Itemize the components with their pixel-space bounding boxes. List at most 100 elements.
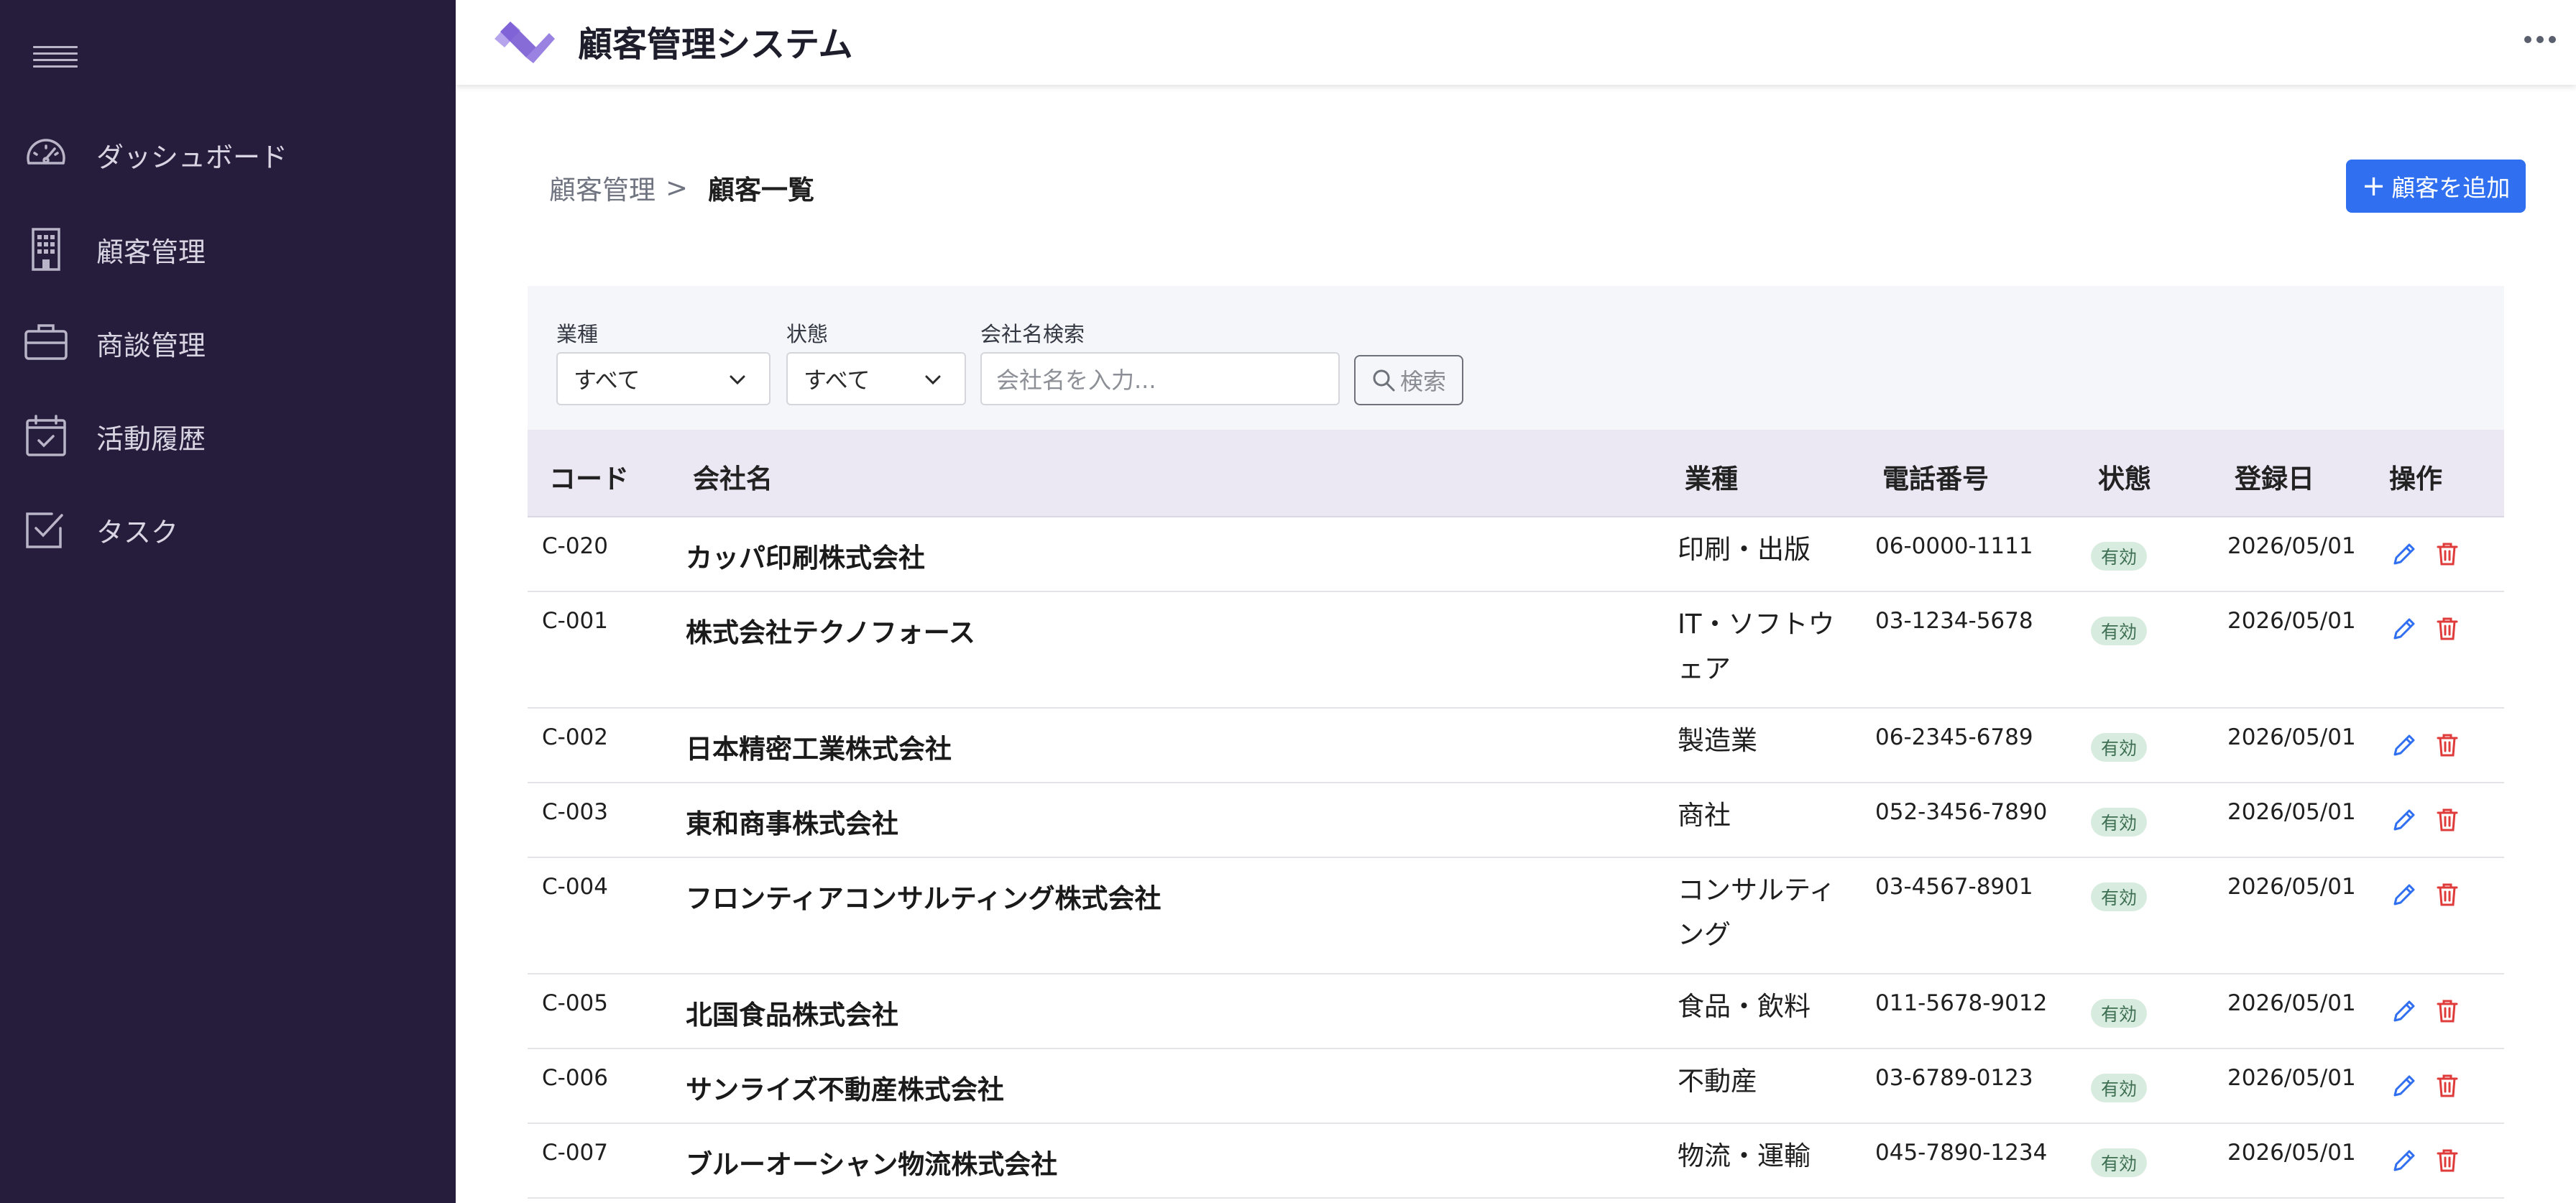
- delete-icon[interactable]: [2432, 996, 2462, 1026]
- cell-registered-date: 2026/05/01: [2227, 724, 2356, 750]
- sidebar-item-tasks[interactable]: タスク: [0, 490, 456, 569]
- cell-company-name: サンライズ不動産株式会社: [686, 1074, 1004, 1105]
- status-filter-label: 状態: [786, 322, 829, 346]
- edit-icon[interactable]: [2389, 1071, 2419, 1101]
- cell-code: C-002: [542, 724, 609, 750]
- sidebar-item-label: 顧客管理: [96, 236, 206, 268]
- cell-company-name: 東和商事株式会社: [686, 808, 898, 839]
- search-icon: [1373, 369, 1395, 392]
- plus-icon: +: [2361, 170, 2386, 203]
- search-button[interactable]: 検索: [1354, 355, 1463, 405]
- table-row[interactable]: C-001 株式会社テクノフォース IT・ソフトウェア 03-1234-5678…: [528, 592, 2504, 709]
- chevron-down-icon: [730, 375, 745, 385]
- app-header: 顧客管理システム: [456, 0, 2576, 85]
- industry-filter-label: 業種: [556, 322, 599, 346]
- industry-select[interactable]: すべて: [556, 352, 770, 405]
- cell-company-name: ブルーオーシャン物流株式会社: [686, 1149, 1058, 1180]
- sidebar-item-label: ダッシュボード: [96, 141, 288, 173]
- cell-code: C-006: [542, 1065, 609, 1091]
- delete-icon[interactable]: [2432, 1146, 2462, 1176]
- status-badge: 有効: [2091, 1148, 2148, 1177]
- cell-phone: 011-5678-9012: [1875, 990, 2048, 1016]
- edit-icon[interactable]: [2389, 996, 2419, 1026]
- filter-panel: 業種 すべて 状態 すべて 会社名検索 会社名を入力... 検索: [528, 286, 2504, 430]
- cell-phone: 03-1234-5678: [1875, 608, 2033, 634]
- delete-icon[interactable]: [2432, 880, 2462, 910]
- sidebar-item-activity-history[interactable]: 活動履歴: [0, 397, 456, 476]
- table-row[interactable]: C-004 フロンティアコンサルティング株式会社 コンサルティング 03-456…: [528, 858, 2504, 974]
- cell-code: C-001: [542, 608, 609, 634]
- status-badge: 有効: [2091, 808, 2148, 836]
- cell-phone: 045-7890-1234: [1875, 1140, 2048, 1166]
- table-row[interactable]: C-006 サンライズ不動産株式会社 不動産 03-6789-0123 有効 2…: [528, 1049, 2504, 1124]
- edit-icon[interactable]: [2389, 539, 2419, 569]
- customer-table: コード 会社名 業種 電話番号 状態 登録日 操作 C-020 カッパ印刷株式会…: [528, 430, 2504, 1199]
- cell-registered-date: 2026/05/01: [2227, 1065, 2356, 1091]
- table-row[interactable]: C-020 カッパ印刷株式会社 印刷・出版 06-0000-1111 有効 20…: [528, 517, 2504, 592]
- breadcrumb: 顧客管理 > 顧客一覧: [549, 168, 814, 207]
- menu-toggle-icon[interactable]: [33, 46, 78, 75]
- delete-icon[interactable]: [2432, 730, 2462, 760]
- app-title: 顧客管理システム: [578, 24, 853, 65]
- add-customer-button[interactable]: + 顧客を追加: [2346, 160, 2526, 213]
- sidebar-item-dashboard[interactable]: ダッシュボード: [0, 115, 456, 194]
- table-row[interactable]: C-005 北国食品株式会社 食品・飲料 011-5678-9012 有効 20…: [528, 974, 2504, 1049]
- column-header-actions: 操作: [2389, 464, 2442, 494]
- calendar-check-icon: [23, 413, 69, 459]
- status-select[interactable]: すべて: [786, 352, 966, 405]
- edit-icon[interactable]: [2389, 614, 2419, 644]
- status-select-value: すべて: [804, 367, 870, 394]
- cell-code: C-005: [542, 990, 609, 1016]
- column-header-phone: 電話番号: [1882, 464, 1989, 494]
- delete-icon[interactable]: [2432, 614, 2462, 644]
- table-row[interactable]: C-007 ブルーオーシャン物流株式会社 物流・運輸 045-7890-1234…: [528, 1124, 2504, 1199]
- company-search-placeholder: 会社名を入力...: [996, 367, 1156, 394]
- cell-registered-date: 2026/05/01: [2227, 874, 2356, 900]
- cell-industry: 物流・運輸: [1678, 1140, 1811, 1171]
- table-row[interactable]: C-002 日本精密工業株式会社 製造業 06-2345-6789 有効 202…: [528, 709, 2504, 783]
- chevron-down-icon: [925, 375, 941, 385]
- status-badge: 有効: [2091, 1074, 2148, 1102]
- sidebar: ダッシュボード 顧客管理 商談管理 活動履歴 タスク: [0, 0, 456, 1203]
- column-header-industry: 業種: [1685, 464, 1738, 494]
- cell-phone: 052-3456-7890: [1875, 799, 2048, 825]
- cell-registered-date: 2026/05/01: [2227, 799, 2356, 825]
- cell-code: C-007: [542, 1140, 609, 1166]
- sidebar-item-customers[interactable]: 顧客管理: [0, 210, 456, 289]
- status-badge: 有効: [2091, 733, 2148, 762]
- edit-icon[interactable]: [2389, 805, 2419, 835]
- add-customer-label: 顧客を追加: [2391, 174, 2511, 202]
- search-button-label: 検索: [1399, 368, 1446, 395]
- more-options-icon[interactable]: [2524, 36, 2556, 43]
- cell-phone: 06-0000-1111: [1875, 533, 2033, 559]
- cell-company-name: 株式会社テクノフォース: [686, 617, 975, 648]
- delete-icon[interactable]: [2432, 805, 2462, 835]
- column-header-code: コード: [549, 464, 629, 494]
- cell-phone: 03-4567-8901: [1875, 874, 2033, 900]
- checkbox-icon: [23, 507, 69, 553]
- delete-icon[interactable]: [2432, 539, 2462, 569]
- edit-icon[interactable]: [2389, 730, 2419, 760]
- sidebar-item-label: 活動履歴: [96, 423, 206, 455]
- cell-industry: コンサルティング: [1678, 875, 1836, 950]
- edit-icon[interactable]: [2389, 880, 2419, 910]
- company-search-input[interactable]: 会社名を入力...: [980, 352, 1340, 405]
- cell-company-name: 日本精密工業株式会社: [686, 734, 952, 765]
- cell-phone: 03-6789-0123: [1875, 1065, 2033, 1091]
- sidebar-item-deals[interactable]: 商談管理: [0, 303, 456, 382]
- edit-icon[interactable]: [2389, 1146, 2419, 1176]
- breadcrumb-separator: >: [666, 172, 689, 203]
- industry-select-value: すべて: [574, 367, 640, 394]
- app-root: ダッシュボード 顧客管理 商談管理 活動履歴 タスク 顧客管理システム 顧客管理…: [0, 0, 2576, 1203]
- cell-industry: 印刷・出版: [1678, 534, 1811, 565]
- cell-registered-date: 2026/05/01: [2227, 1140, 2356, 1166]
- breadcrumb-current: 顧客一覧: [708, 175, 815, 206]
- delete-icon[interactable]: [2432, 1071, 2462, 1101]
- table-row[interactable]: C-003 東和商事株式会社 商社 052-3456-7890 有効 2026/…: [528, 783, 2504, 858]
- cell-code: C-004: [542, 874, 609, 900]
- cell-code: C-003: [542, 799, 609, 825]
- breadcrumb-parent[interactable]: 顧客管理: [549, 168, 656, 207]
- cell-registered-date: 2026/05/01: [2227, 990, 2356, 1016]
- column-header-name: 会社名: [693, 464, 773, 494]
- cell-company-name: フロンティアコンサルティング株式会社: [686, 883, 1162, 914]
